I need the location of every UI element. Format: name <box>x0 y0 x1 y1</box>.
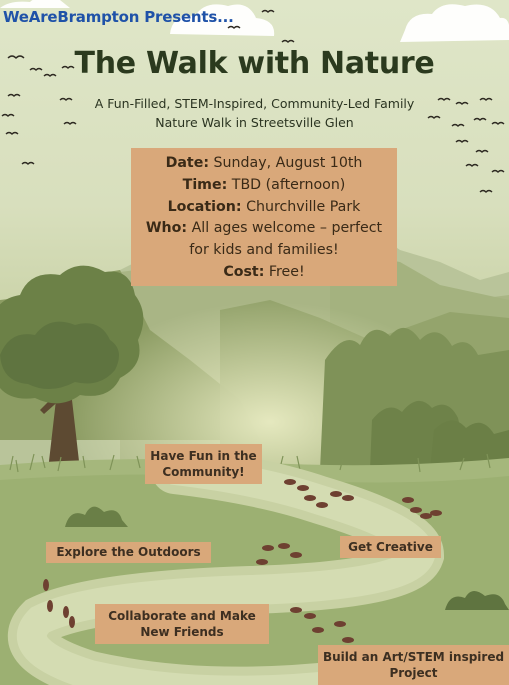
subtitle-line: Nature Walk in Streetsville Glen <box>155 115 354 130</box>
sign-have-fun: Have Fun in the Community! <box>145 444 262 484</box>
time-label: Time: <box>182 176 228 193</box>
event-date: Date: Sunday, August 10th <box>133 153 395 175</box>
event-location: Location: Churchville Park <box>133 197 395 219</box>
subtitle-line: A Fun-Filled, STEM-Inspired, Community-L… <box>94 96 415 111</box>
sign-build-project: Build an Art/STEM inspired Project <box>318 645 509 685</box>
sign-explore: Explore the Outdoors <box>46 542 211 563</box>
page-title: The Walk with Nature <box>74 46 435 81</box>
sign-line: Project <box>389 666 438 680</box>
sign-collaborate: Collaborate and Make New Friends <box>95 604 269 644</box>
sign-line: New Friends <box>140 625 224 639</box>
brand-presenter: WeAreBrampton Presents... <box>3 8 234 26</box>
event-who: Who: All ages welcome – perfect <box>133 218 395 240</box>
event-poster: WeAreBrampton Presents... The Walk with … <box>0 0 509 685</box>
sign-line: Have Fun in the <box>150 449 257 463</box>
event-cost: Cost: Free! <box>133 262 395 284</box>
location-value: Churchville Park <box>246 198 361 215</box>
sign-line: Collaborate and Make <box>108 609 256 623</box>
who-label: Who: <box>145 220 188 237</box>
time-value: TBD (afternoon) <box>231 176 346 193</box>
event-time: Time: TBD (afternoon) <box>133 175 395 197</box>
sign-line: Build an Art/STEM inspired <box>322 650 505 664</box>
event-who-continued: for kids and families! <box>189 242 339 259</box>
location-label: Location: <box>167 198 242 215</box>
date-value: Sunday, August 10th <box>213 155 363 171</box>
cost-value: Free! <box>268 263 305 280</box>
sign-get-creative: Get Creative <box>340 536 441 558</box>
sign-line: Community! <box>162 465 245 479</box>
date-label: Date: <box>165 155 210 171</box>
cost-label: Cost: <box>223 263 265 280</box>
event-details-box: Date: Sunday, August 10th Time: TBD (aft… <box>131 148 397 286</box>
who-value-line1: All ages welcome – perfect <box>191 220 383 237</box>
subtitle: A Fun-Filled, STEM-Inspired, Community-L… <box>40 94 469 132</box>
